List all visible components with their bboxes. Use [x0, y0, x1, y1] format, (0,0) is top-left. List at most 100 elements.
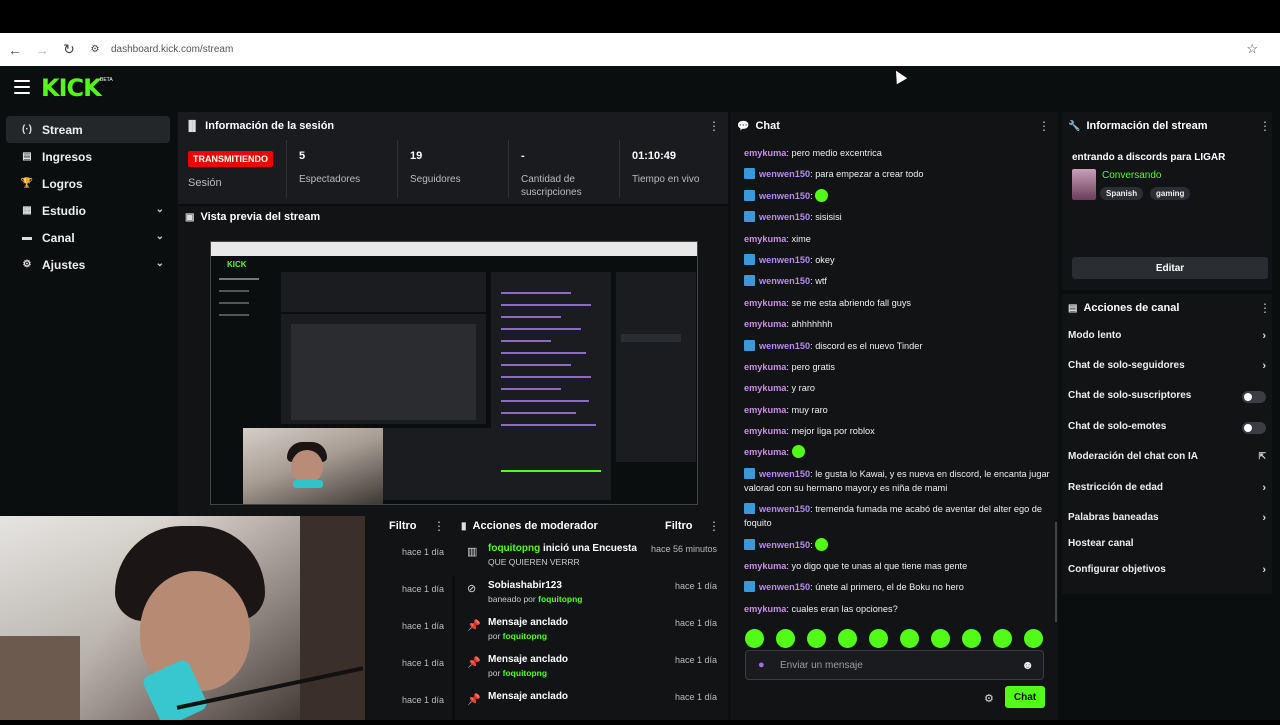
channel-action-row[interactable]: Restricción de edad ›: [1068, 482, 1268, 502]
chat-username[interactable]: emykuma: [744, 405, 786, 415]
chat-username[interactable]: emykuma: [744, 447, 786, 457]
hamburger-menu-icon[interactable]: [14, 80, 30, 94]
category-thumbnail: [1072, 169, 1096, 200]
webcam-overlay: [0, 516, 365, 720]
chat-username[interactable]: emykuma: [744, 604, 786, 614]
sidebar-item-ingresos[interactable]: ▤ Ingresos: [6, 143, 170, 170]
chevron-down-icon[interactable]: ⌄: [156, 204, 164, 215]
chat-username[interactable]: emykuma: [744, 148, 786, 158]
kebab-menu-icon[interactable]: ⋮: [1038, 119, 1050, 133]
bookmark-star-icon[interactable]: ☆: [1246, 41, 1258, 57]
chat-username[interactable]: wenwen150: [759, 255, 810, 265]
channel-action-row[interactable]: Hostear canal: [1068, 538, 1268, 558]
external-link-icon[interactable]: ⇱: [1258, 451, 1266, 462]
channel-action-row[interactable]: Chat de solo-emotes: [1068, 421, 1268, 441]
site-info-icon[interactable]: ⚙: [83, 38, 107, 62]
chat-username[interactable]: emykuma: [744, 234, 786, 244]
chat-username[interactable]: wenwen150: [759, 504, 810, 514]
sidebar-item-stream[interactable]: (·) Stream: [6, 116, 170, 143]
stream-category[interactable]: Conversando: [1102, 170, 1161, 181]
stream-preview-video[interactable]: KICK: [210, 241, 698, 505]
kebab-menu-icon[interactable]: ⋮: [708, 519, 720, 533]
chat-username[interactable]: emykuma: [744, 362, 786, 372]
emote-icon[interactable]: [745, 629, 764, 648]
stream-title: entrando a discords para LIGAR: [1072, 152, 1226, 163]
chat-username[interactable]: emykuma: [744, 426, 786, 436]
mod-log-filter[interactable]: Filtro: [389, 520, 417, 532]
toggle-switch[interactable]: [1242, 391, 1266, 403]
chevron-right-icon[interactable]: ›: [1262, 482, 1266, 494]
chevron-down-icon[interactable]: ⌄: [156, 258, 164, 269]
chat-input[interactable]: ● Enviar un mensaje ☻: [745, 650, 1044, 680]
channel-action-row[interactable]: Modo lento ›: [1068, 330, 1268, 350]
channel-action-row[interactable]: Moderación del chat con IA ⇱: [1068, 451, 1268, 471]
microphone-icon[interactable]: ●: [758, 659, 765, 671]
mod-actions-filter[interactable]: Filtro: [665, 520, 693, 532]
emote-icon[interactable]: [776, 629, 795, 648]
mod-action-label: Mensaje anclado: [488, 691, 569, 702]
chat-settings-gear-icon[interactable]: ⚙: [984, 692, 994, 705]
chat-username[interactable]: emykuma: [744, 383, 786, 393]
chat-text: para empezar a crear todo: [815, 169, 924, 180]
stat-value: 01:10:49: [632, 150, 677, 162]
mod-action-row: 📌 Mensaje anclado por foquitopng hace 1 día: [455, 615, 728, 651]
emote-icon[interactable]: [962, 629, 981, 648]
sidebar-item-logros[interactable]: 🏆 Logros: [6, 170, 170, 197]
chat-username[interactable]: emykuma: [744, 319, 786, 329]
back-icon[interactable]: ←: [3, 38, 27, 62]
mod-action-detail-user[interactable]: foquitopng: [503, 631, 547, 641]
channel-action-row[interactable]: Configurar objetivos ›: [1068, 564, 1268, 584]
chat-username[interactable]: emykuma: [744, 298, 786, 308]
forward-icon[interactable]: →: [30, 38, 54, 62]
mod-action-detail-user[interactable]: foquitopng: [538, 594, 582, 604]
emoji-icon[interactable]: ☻: [1021, 658, 1034, 672]
chat-username[interactable]: wenwen150: [759, 191, 810, 201]
chat-username[interactable]: wenwen150: [759, 341, 810, 351]
preview-line: [621, 334, 681, 342]
chevron-right-icon[interactable]: ›: [1262, 564, 1266, 576]
kebab-menu-icon[interactable]: ⋮: [1259, 119, 1271, 133]
toggle-switch[interactable]: [1242, 422, 1266, 434]
url-bar[interactable]: dashboard.kick.com/stream: [111, 44, 233, 55]
preview-line: [219, 302, 249, 304]
emote-icon[interactable]: [900, 629, 919, 648]
chat-username[interactable]: wenwen150: [759, 212, 810, 222]
preview-browser-bar: [211, 242, 697, 256]
reload-icon[interactable]: ↻: [57, 38, 81, 62]
kebab-menu-icon[interactable]: ⋮: [1259, 301, 1271, 315]
chat-username[interactable]: wenwen150: [759, 169, 810, 179]
kebab-menu-icon[interactable]: ⋮: [708, 119, 720, 133]
chat-username[interactable]: wenwen150: [759, 469, 810, 479]
channel-action-row[interactable]: Chat de solo-suscriptores: [1068, 390, 1268, 410]
channel-action-row[interactable]: Chat de solo-seguidores ›: [1068, 360, 1268, 380]
kebab-menu-icon[interactable]: ⋮: [433, 519, 445, 533]
mod-action-time: hace 1 día: [674, 692, 717, 702]
sidebar-item-ajustes[interactable]: ⚙ Ajustes ⌄: [6, 251, 170, 278]
mod-action-label: Sobiashabir123: [488, 580, 562, 591]
chevron-right-icon[interactable]: ›: [1262, 512, 1266, 524]
chat-username[interactable]: wenwen150: [759, 276, 810, 286]
sidebar-item-estudio[interactable]: ▦ Estudio ⌄: [6, 197, 170, 224]
chat-username[interactable]: wenwen150: [759, 582, 810, 592]
emote-icon[interactable]: [807, 629, 826, 648]
chat-send-button[interactable]: Chat: [1005, 686, 1045, 708]
sidebar-item-canal[interactable]: ▬ Canal ⌄: [6, 224, 170, 251]
emote-icon[interactable]: [838, 629, 857, 648]
emote-icon[interactable]: [869, 629, 888, 648]
emote-icon[interactable]: [1024, 629, 1043, 648]
emote-icon[interactable]: [993, 629, 1012, 648]
verified-badge-icon: [744, 253, 755, 265]
chat-username[interactable]: emykuma: [744, 561, 786, 571]
chevron-down-icon[interactable]: ⌄: [156, 231, 164, 242]
chevron-right-icon[interactable]: ›: [1262, 330, 1266, 342]
chat-username[interactable]: wenwen150: [759, 540, 810, 550]
channel-action-row[interactable]: Palabras baneadas ›: [1068, 512, 1268, 532]
chevron-right-icon[interactable]: ›: [1262, 360, 1266, 372]
emote-icon[interactable]: [931, 629, 950, 648]
preview-line: [501, 340, 551, 342]
chat-scrollbar[interactable]: [1055, 522, 1057, 622]
edit-stream-button[interactable]: Editar: [1072, 257, 1268, 279]
mod-action-detail-user[interactable]: foquitopng: [503, 668, 547, 678]
mod-action-user[interactable]: foquitopng: [488, 543, 540, 554]
kick-logo[interactable]: KICK: [41, 74, 102, 102]
